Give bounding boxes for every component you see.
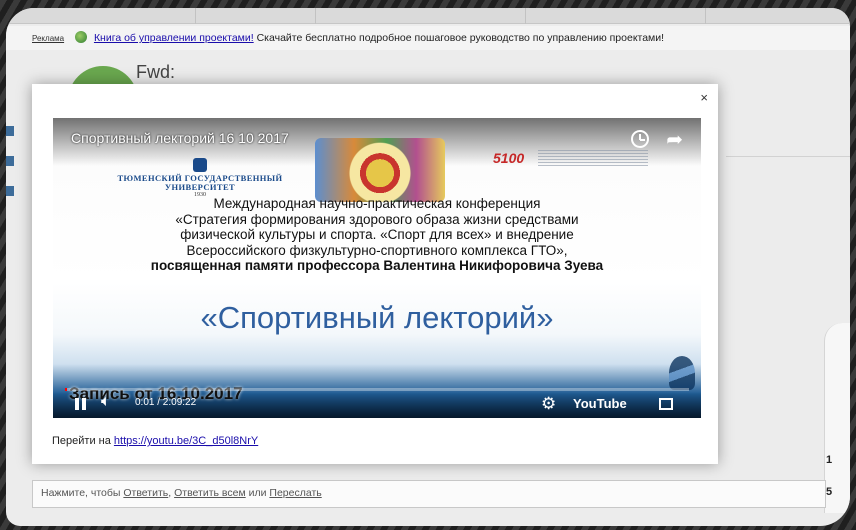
ad-text: Скачайте бесплатно подробное пошаговое р… <box>256 32 665 44</box>
progress-bar[interactable] <box>65 388 689 391</box>
video-big-title: «Спортивный лекторий» <box>200 300 554 335</box>
ad-tag[interactable]: Реклама <box>32 34 64 43</box>
strip-marker <box>6 186 14 196</box>
toolbar-tab[interactable] <box>196 8 316 24</box>
goto-line: Перейти на https://youtu.be/3C_d50l8NrY <box>52 435 258 447</box>
share-icon[interactable]: ➦ <box>666 127 683 152</box>
university-name: ТЮМЕНСКИЙ ГОСУДАРСТВЕННЫЙ УНИВЕРСИТЕТ <box>117 173 283 192</box>
conference-line: Международная научно-практическая конфер… <box>213 196 541 211</box>
video-controls: 🔈︎ 0:01 / 2:09:22 ⚙ YouTube <box>53 392 701 418</box>
reply-prefix: Нажмите, чтобы <box>41 487 124 499</box>
program-logo: 5100 <box>493 150 525 166</box>
video-url-link[interactable]: https://youtu.be/3C_d50l8NrY <box>114 435 258 447</box>
conference-line: Всероссийского физкультурно-спортивного … <box>186 242 568 258</box>
video-player[interactable]: ТЮМЕНСКИЙ ГОСУДАРСТВЕННЫЙ УНИВЕРСИТЕТ 19… <box>53 118 701 418</box>
university-logo: ТЮМЕНСКИЙ ГОСУДАРСТВЕННЫЙ УНИВЕРСИТЕТ 19… <box>95 158 305 198</box>
mail-page: Реклама Книга об управлении проектами! С… <box>6 8 850 526</box>
university-mark-icon <box>193 158 207 172</box>
ad-globe-icon <box>75 31 88 43</box>
university-watermark-icon <box>669 356 695 390</box>
toolbar-tab[interactable] <box>406 8 526 24</box>
volume-icon[interactable]: 🔈︎ <box>101 393 111 411</box>
close-icon[interactable]: × <box>700 90 708 105</box>
fullscreen-icon[interactable] <box>659 398 673 410</box>
message-subject: Fwd: <box>136 62 176 82</box>
strip-marker <box>6 126 14 136</box>
sport-collage-image <box>315 138 445 202</box>
sidebar-count: 5 <box>826 486 833 498</box>
conference-line: посвященная памяти профессора Валентина … <box>150 258 604 273</box>
top-toolbar <box>6 8 850 24</box>
reply-bar[interactable]: Нажмите, чтобы Ответить, Ответить всем и… <box>32 480 826 508</box>
gear-icon[interactable]: ⚙ <box>541 394 556 414</box>
clock-icon[interactable] <box>631 130 649 148</box>
goto-label: Перейти на <box>52 435 114 447</box>
pause-icon[interactable] <box>73 396 89 412</box>
ad-bar: Реклама Книга об управлении проектами! С… <box>6 26 850 50</box>
reply-sep: или <box>245 487 270 499</box>
youtube-logo[interactable]: YouTube <box>573 396 627 411</box>
conference-line: «Стратегия формирования здорового образа… <box>175 211 579 227</box>
reply-link[interactable]: Ответить <box>123 487 168 499</box>
conference-text: Международная научно-практическая конфер… <box>53 196 701 274</box>
strip-marker <box>6 156 14 166</box>
partner-text-block <box>538 150 648 166</box>
left-strip <box>6 126 14 216</box>
forward-link[interactable]: Переслать <box>269 487 321 499</box>
divider <box>726 156 850 157</box>
video-modal: × ТЮМЕНСКИЙ ГОСУДАРСТВЕННЫЙ УНИВЕРСИТЕТ … <box>32 84 718 464</box>
toolbar-tab[interactable] <box>76 8 196 24</box>
conference-line: физической культуры и спорта. «Спорт для… <box>180 227 574 242</box>
toolbar-tab[interactable] <box>526 8 706 24</box>
video-time: 0:01 / 2:09:22 <box>135 397 197 408</box>
right-panel <box>824 323 850 513</box>
reply-all-link[interactable]: Ответить всем <box>174 487 246 499</box>
ad-link[interactable]: Книга об управлении проектами! <box>94 32 254 44</box>
video-title[interactable]: Спортивный лекторий 16 10 2017 <box>71 130 289 146</box>
progress-fill <box>65 388 68 391</box>
sidebar-count: 1 <box>826 454 833 466</box>
